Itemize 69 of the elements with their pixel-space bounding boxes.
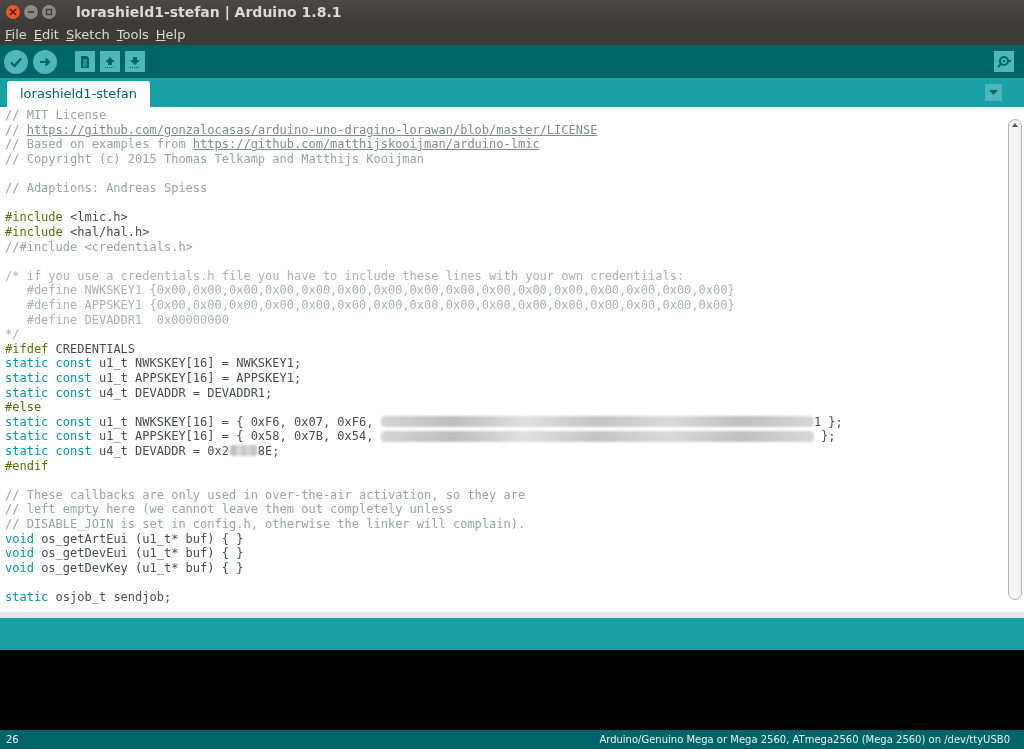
open-button[interactable] (100, 51, 120, 72)
close-icon[interactable] (6, 5, 20, 19)
code-text: #define DEVADDR1 0x00000000 (25, 311, 229, 329)
verify-button[interactable] (4, 49, 28, 74)
code-text: static const (5, 442, 92, 460)
code-text: CREDENTIALS (54, 340, 136, 357)
new-button[interactable] (75, 51, 95, 72)
minimize-icon[interactable] (24, 5, 38, 19)
code-text: }; (820, 428, 836, 446)
code-text: //#include <credentials.h> (5, 238, 193, 256)
code-text: // DISABLE_JOIN is set in config.h, otherwise the linker will complain). (5, 516, 526, 533)
code-text: */ (5, 326, 20, 343)
menu-item[interactable]: Sketch (65, 24, 110, 45)
code-text: static const (5, 384, 92, 401)
code-text: static const (5, 428, 92, 445)
arrow-up-icon (104, 54, 116, 69)
menu-item[interactable]: File (5, 24, 27, 45)
code-text: void (5, 559, 34, 577)
code-text: u1_t APPSKEY[16] = APPSKEY1; (97, 370, 302, 387)
code-text: os_getArtEui (u1_t* buf) { } (40, 531, 244, 547)
document-icon (79, 54, 91, 69)
code-text: u1_t NWKSKEY[16] = NWKSKEY1; (97, 355, 302, 372)
magnifier-icon (996, 54, 1012, 69)
code-text: #define APPSKEY1 {0x00,0x00,0x00,0x00,0x00,0x00,0x00,0x00,0x00,0x00,0x00,0x00,0x00,0x00,0x00,0x00} (25, 297, 735, 314)
code-text: #endif (5, 457, 49, 475)
code-text: #ifdef (5, 340, 49, 357)
code-text: // Adaptions: Andreas Spiess (5, 180, 208, 198)
code-text: /* if you use a credentials.h file you have to include these lines with your own credentiials: (5, 267, 685, 284)
code-text: os_getDevKey (u1_t* buf) { } (40, 560, 244, 577)
code-text: os_getDevEui (u1_t* buf) { } (40, 546, 244, 562)
menu-item[interactable]: Edit (33, 24, 59, 45)
caret-icon (989, 90, 998, 95)
menu-item[interactable]: Tools (116, 24, 149, 45)
code-text: u4_t DEVADDR = DEVADDR1; (97, 385, 273, 402)
code-text: #include (5, 209, 63, 226)
code-text: // (5, 121, 21, 139)
code-text: void (5, 531, 34, 547)
serial-monitor-button[interactable] (994, 51, 1014, 72)
menu-item[interactable]: Help (155, 24, 186, 45)
code-text: #else (5, 399, 42, 416)
save-button[interactable] (125, 51, 145, 72)
code-text: <lmic.h> (69, 209, 128, 226)
code-text: static (5, 588, 49, 606)
code-text: <hal/hal.h> (69, 224, 150, 241)
code-text: #define NWKSKEY1 {0x00,0x00,0x00,0x00,0x00,0x00,0x00,0x00,0x00,0x00,0x00,0x00,0x00,0x00,0x00,0x00} (25, 283, 735, 299)
code-text: // These callbacks are only used in over-the-air activation, so they are (5, 486, 526, 503)
code-text: #include (5, 224, 63, 241)
code-text: u4_t DEVADDR = 0x2 (97, 443, 229, 460)
code-text: static const (5, 413, 92, 430)
code-text: // Based on examples from (5, 137, 187, 153)
code-text: // Copyright (c) 2015 Thomas Telkamp and Matthijs Kooijman (5, 151, 425, 169)
code-text: 1 }; (813, 413, 843, 430)
code-text: static const (5, 370, 92, 387)
maximize-icon[interactable] (42, 5, 56, 19)
tab-menu-button[interactable] (985, 84, 1002, 101)
code-text: void (5, 545, 34, 562)
scrollbar[interactable] (1008, 119, 1022, 600)
blurred-region (229, 445, 258, 457)
code-text: u1_t NWKSKEY[16] = { 0xF6, 0x07, 0xF6, (97, 413, 375, 430)
line-number: 26 (6, 733, 19, 747)
code-text: static const (5, 355, 92, 372)
code-text: osjob_t sendjob; (54, 588, 172, 606)
board-info: Arduino/Genuino Mega or Mega 2560, ATmega2560 (Mega 2560) on /dev/ttyUSB0 (599, 733, 1010, 747)
arrow-down-icon (129, 54, 141, 69)
upload-button[interactable] (33, 49, 57, 74)
sketch-tab[interactable]: lorashield1-stefan (7, 81, 150, 107)
code-text: // left empty here (we cannot leave them out completely unless (5, 502, 453, 518)
scroll-up-icon (1012, 123, 1018, 127)
window-title: lorashield1-stefan | Arduino 1.8.1 (76, 2, 342, 23)
